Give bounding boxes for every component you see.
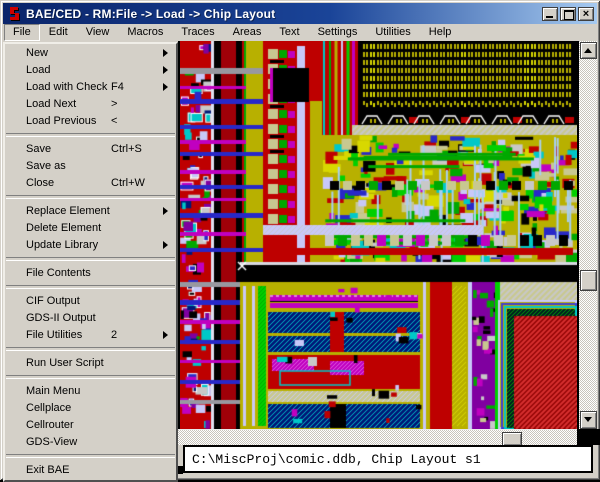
menu-item-close[interactable]: Close Ctrl+W xyxy=(5,175,176,192)
scroll-down-button[interactable] xyxy=(580,411,597,429)
menu-separator xyxy=(6,195,175,199)
menu-item-gds-ii-output[interactable]: GDS-II Output xyxy=(5,310,176,327)
menu-bar: FileEditViewMacrosTracesAreasTextSetting… xyxy=(3,24,597,41)
maximize-button[interactable] xyxy=(560,7,576,21)
menu-item-label: GDS-View xyxy=(26,434,77,451)
status-bar: C:\MiscProj\comic.ddb, Chip Layout s1 xyxy=(183,445,593,473)
menu-item-label: Cellplace xyxy=(26,400,71,417)
menu-separator xyxy=(6,375,175,379)
scroll-up-icon xyxy=(584,48,592,53)
menu-item-cif-output[interactable]: CIF Output xyxy=(5,293,176,310)
vertical-scrollbar[interactable] xyxy=(577,41,597,429)
menu-item-label: Replace Element xyxy=(26,203,110,220)
menu-item-label: Cellrouter xyxy=(26,417,74,434)
menu-item-label: GDS-II Output xyxy=(26,310,96,327)
menu-item-shortcut: Ctrl+W xyxy=(111,175,145,192)
title-bar[interactable]: BAE/CED - RM:File -> Load -> Chip Layout… xyxy=(3,3,597,24)
scroll-up-button[interactable] xyxy=(580,42,597,59)
menu-item-load-next[interactable]: Load Next > xyxy=(5,96,176,113)
menu-item-load-with-check[interactable]: Load with CheckF4 xyxy=(5,79,176,96)
horizontal-scrollbar[interactable] xyxy=(178,429,577,445)
maximize-icon xyxy=(564,10,574,20)
menu-item-label: Load Previous xyxy=(26,113,96,130)
menu-item-shortcut: 2 xyxy=(111,327,117,344)
app-icon xyxy=(7,6,23,22)
menu-item-run-user-script[interactable]: Run User Script xyxy=(5,355,176,372)
menubar-item-text[interactable]: Text xyxy=(270,24,308,41)
menu-item-load-previous[interactable]: Load Previous < xyxy=(5,113,176,130)
menu-item-file-utilities[interactable]: File Utilities 2 xyxy=(5,327,176,344)
horizontal-scrollbar-thumb[interactable] xyxy=(502,432,522,446)
menu-item-label: Update Library xyxy=(26,237,98,254)
close-button[interactable]: × xyxy=(578,7,594,21)
menubar-item-areas[interactable]: Areas xyxy=(224,24,271,41)
menu-item-new[interactable]: New xyxy=(5,45,176,62)
menu-item-shortcut: Ctrl+S xyxy=(111,141,142,158)
menu-item-save-as[interactable]: Save as xyxy=(5,158,176,175)
menu-item-label: Close xyxy=(26,175,54,192)
menu-item-label: Save as xyxy=(26,158,66,175)
submenu-arrow-icon xyxy=(163,66,168,74)
menu-item-delete-element[interactable]: Delete Element xyxy=(5,220,176,237)
menu-separator xyxy=(6,257,175,261)
menu-item-label: Load xyxy=(26,62,50,79)
menubar-item-macros[interactable]: Macros xyxy=(118,24,172,41)
menu-item-label: CIF Output xyxy=(26,293,80,310)
window-controls: × xyxy=(542,7,594,21)
submenu-arrow-icon xyxy=(163,207,168,215)
menu-item-label: Exit BAE xyxy=(26,462,69,479)
menu-item-update-library[interactable]: Update Library xyxy=(5,237,176,254)
menu-item-shortcut: < xyxy=(111,113,117,130)
menu-item-file-contents[interactable]: File Contents xyxy=(5,265,176,282)
menu-item-label: File Contents xyxy=(26,265,91,282)
menu-item-gds-view[interactable]: GDS-View xyxy=(5,434,176,451)
submenu-arrow-icon xyxy=(163,241,168,249)
menu-item-label: Main Menu xyxy=(26,383,80,400)
menu-item-label: Delete Element xyxy=(26,220,101,237)
menu-item-label: Load with Check xyxy=(26,79,107,96)
chip-layout-canvas[interactable] xyxy=(180,41,577,429)
window-title: BAE/CED - RM:File -> Load -> Chip Layout xyxy=(26,7,542,21)
menu-item-label: Load Next xyxy=(26,96,76,113)
submenu-arrow-icon xyxy=(163,49,168,57)
menu-item-cellplace[interactable]: Cellplace xyxy=(5,400,176,417)
menu-item-save[interactable]: Save Ctrl+S xyxy=(5,141,176,158)
scroll-down-icon xyxy=(584,417,592,422)
menu-item-exit-bae[interactable]: Exit BAE xyxy=(5,462,176,479)
menu-separator xyxy=(6,285,175,289)
status-text: C:\MiscProj\comic.ddb, Chip Layout s1 xyxy=(185,452,481,467)
submenu-arrow-icon xyxy=(163,83,168,91)
minimize-icon xyxy=(546,16,553,18)
menu-separator xyxy=(6,133,175,137)
menubar-item-edit[interactable]: Edit xyxy=(40,24,77,41)
menubar-item-utilities[interactable]: Utilities xyxy=(366,24,419,41)
minimize-button[interactable] xyxy=(542,7,558,21)
menu-item-replace-element[interactable]: Replace Element xyxy=(5,203,176,220)
menubar-item-traces[interactable]: Traces xyxy=(172,24,223,41)
menu-item-label: Run User Script xyxy=(26,355,104,372)
menu-item-label: Save xyxy=(26,141,51,158)
menu-item-label: New xyxy=(26,45,48,62)
scrollbar-corner xyxy=(577,429,600,445)
menu-item-shortcut: F4 xyxy=(111,79,124,96)
menubar-item-settings[interactable]: Settings xyxy=(309,24,367,41)
close-icon: × xyxy=(579,7,593,21)
vertical-scrollbar-thumb[interactable] xyxy=(580,270,597,291)
file-menu: NewLoadLoad with CheckF4Load Next>Load P… xyxy=(3,42,178,482)
chip-layout-viewport[interactable] xyxy=(178,41,577,429)
menubar-item-view[interactable]: View xyxy=(77,24,119,41)
menu-item-label: File Utilities xyxy=(26,327,82,344)
menu-item-load[interactable]: Load xyxy=(5,62,176,79)
menu-item-main-menu[interactable]: Main Menu xyxy=(5,383,176,400)
menu-separator xyxy=(6,347,175,351)
menubar-item-help[interactable]: Help xyxy=(420,24,461,41)
menu-item-shortcut: > xyxy=(111,96,117,113)
submenu-arrow-icon xyxy=(163,331,168,339)
menu-separator xyxy=(6,454,175,458)
menubar-item-file[interactable]: File xyxy=(4,24,40,41)
menu-item-cellrouter[interactable]: Cellrouter xyxy=(5,417,176,434)
application-window: BAE/CED - RM:File -> Load -> Chip Layout… xyxy=(0,0,600,480)
